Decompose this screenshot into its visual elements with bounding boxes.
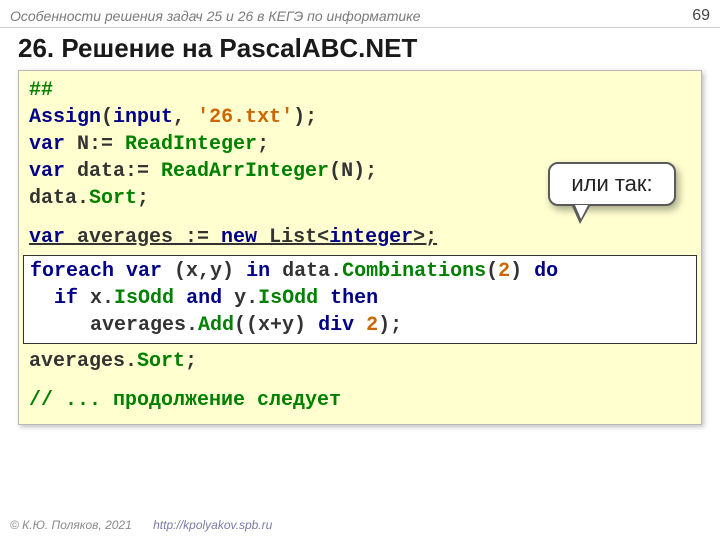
callout-tail [572, 206, 590, 224]
code-line: var N:= ReadInteger; [29, 131, 691, 158]
blank-line [29, 375, 691, 387]
footer-url: http://kpolyakov.spb.ru [153, 518, 272, 532]
callout-bubble: или так: [548, 162, 676, 206]
code-line: ## [29, 77, 691, 104]
code-line: Assign(input, '26.txt'); [29, 104, 691, 131]
highlighted-code-box: foreach var (x,y) in data.Combinations(2… [23, 255, 697, 344]
code-line: averages.Sort; [29, 348, 691, 375]
code-block: ## Assign(input, '26.txt'); var N:= Read… [18, 70, 702, 425]
header-bar: Особенности решения задач 25 и 26 в КЕГЭ… [0, 0, 720, 28]
code-line: // ... продолжение следует [29, 387, 691, 414]
callout-text: или так: [571, 171, 652, 197]
code-line: foreach var (x,y) in data.Combinations(2… [30, 258, 690, 285]
code-line: if x.IsOdd and y.IsOdd then [30, 285, 690, 312]
slide-title: 26. Решение на PascalABC.NET [18, 33, 417, 64]
page-number: 69 [692, 7, 710, 25]
header-subtitle: Особенности решения задач 25 и 26 в КЕГЭ… [10, 8, 421, 24]
footer: © К.Ю. Поляков, 2021 http://kpolyakov.sp… [10, 518, 272, 532]
blank-line [29, 212, 691, 224]
code-line: averages.Add((x+y) div 2); [30, 312, 690, 339]
copyright-text: © К.Ю. Поляков, 2021 [10, 518, 132, 532]
code-line: var averages := new List<integer>; [29, 224, 691, 251]
